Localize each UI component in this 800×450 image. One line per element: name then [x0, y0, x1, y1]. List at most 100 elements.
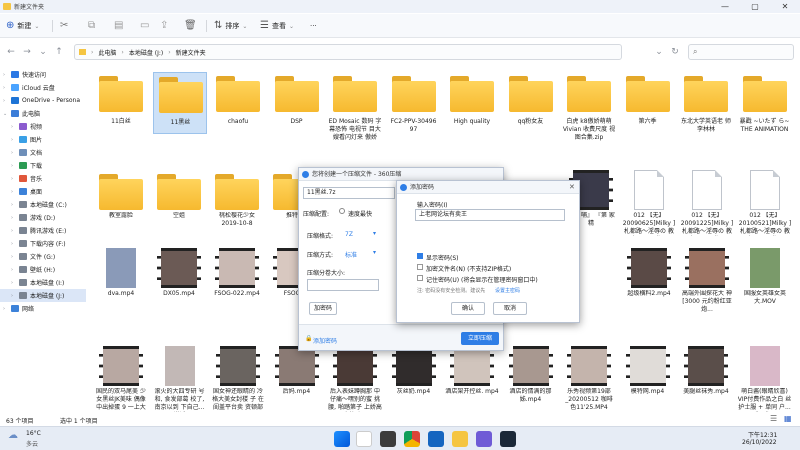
- sidebar-item[interactable]: › 音乐: [0, 172, 86, 185]
- chevron-icon[interactable]: ›: [11, 267, 16, 273]
- steam-taskbar-icon[interactable]: [500, 431, 516, 447]
- breadcrumb-item[interactable]: 新建文件夹: [176, 48, 206, 57]
- paste-button[interactable]: ▤: [114, 19, 123, 33]
- sidebar-item[interactable]: › 文件 (G:): [0, 250, 86, 263]
- close-button[interactable]: ✕: [770, 0, 800, 13]
- file-item[interactable]: 空姐: [152, 170, 206, 236]
- close-icon[interactable]: ✕: [569, 183, 575, 191]
- chevron-icon[interactable]: ›: [11, 189, 16, 195]
- file-item[interactable]: 模特网.mp4: [621, 346, 675, 412]
- sidebar-item[interactable]: › 腾讯游戏 (E:): [0, 224, 86, 237]
- file-item[interactable]: 灰丝奶.mp4: [387, 346, 441, 412]
- file-item[interactable]: 教室露脸: [94, 170, 148, 236]
- sidebar-item[interactable]: › 快速访问: [0, 68, 86, 81]
- dropdown-arrow-icon[interactable]: ▾: [373, 230, 376, 237]
- back-button[interactable]: ←: [4, 45, 18, 59]
- search-input[interactable]: ⌕: [688, 44, 794, 60]
- folder-item[interactable]: 东北大学英语老 师李林林: [679, 72, 733, 134]
- file-item[interactable]: dva.mp4: [94, 248, 148, 314]
- file-item[interactable]: 高端外围探花大 神[3000 元约粉红亚炮...: [680, 248, 734, 314]
- file-item[interactable]: 美腿丝袜秀.mp4: [679, 346, 733, 412]
- sidebar-item[interactable]: ⌄ 此电脑: [0, 107, 86, 120]
- details-view-icon[interactable]: ☰: [770, 414, 777, 423]
- chrome-taskbar-icon[interactable]: [404, 431, 420, 447]
- remember-password-checkbox[interactable]: [417, 275, 423, 281]
- word-taskbar-icon[interactable]: [428, 431, 444, 447]
- master-password-link[interactable]: 设置主密码: [495, 287, 520, 294]
- view-button[interactable]: ☰ 查看 ⌄: [260, 19, 294, 33]
- password-input[interactable]: 上老网论坛有卖王: [415, 209, 565, 221]
- chevron-icon[interactable]: ›: [11, 241, 16, 247]
- sidebar-item[interactable]: › 本地磁盘 (I:): [0, 276, 86, 289]
- sidebar-item[interactable]: › iCloud 云盘: [0, 81, 86, 94]
- file-item[interactable]: 国民的双马尾美 少女黑丝JK美味 偶像中出掉蛋 9 一上大黑K1V: [94, 346, 148, 412]
- explorer-taskbar-icon[interactable]: [452, 431, 468, 447]
- folder-item[interactable]: FC2-PPV-30496 97: [387, 72, 441, 134]
- sidebar-item[interactable]: › OneDrive - Persona: [0, 94, 86, 107]
- forward-button[interactable]: →: [20, 45, 34, 59]
- archive-name-input[interactable]: 11黑丝.7z: [303, 187, 395, 199]
- file-item[interactable]: 酒店的情满的那 姊.mp4: [504, 346, 558, 412]
- more-button[interactable]: ···: [310, 19, 317, 33]
- file-item[interactable]: FSOG-022.mp4: [210, 248, 264, 314]
- file-item[interactable]: 012 【无】 20091225]Milky ]札都路～淫辱の 教室～ #2 私…: [680, 170, 734, 236]
- sidebar-item[interactable]: › 图片: [0, 133, 86, 146]
- rename-button[interactable]: ▭: [140, 19, 149, 33]
- chevron-icon[interactable]: ›: [11, 124, 16, 130]
- sort-button[interactable]: ⇅ 排序 ⌄: [214, 19, 247, 33]
- file-item[interactable]: 后入表妹蹲胸那 中仔痛～嘿别的蜜 挑腰, 啪踏第子 上娇高喜的吐...: [328, 346, 382, 412]
- chevron-icon[interactable]: ›: [11, 254, 16, 260]
- encrypt-names-checkbox[interactable]: [417, 264, 423, 270]
- speed-radio[interactable]: [339, 208, 345, 214]
- confirm-button[interactable]: 确认: [451, 302, 485, 315]
- folder-item[interactable]: DSP: [270, 72, 324, 134]
- folder-item[interactable]: 白虎 k8傲娇萌萌 Vivian 收费尺度 视图合集.zip: [562, 72, 616, 141]
- dropdown-arrow-icon[interactable]: ▾: [373, 249, 376, 256]
- chevron-icon[interactable]: ›: [11, 176, 16, 182]
- app-taskbar-icon[interactable]: [476, 431, 492, 447]
- chevron-icon[interactable]: ›: [3, 98, 8, 104]
- split-size-select[interactable]: [307, 279, 379, 291]
- file-item[interactable]: 后妈.mp4: [270, 346, 324, 412]
- file-item[interactable]: 萌白酱(眼睛欣喜) VIP付费作品之白 丝护士服 + 单同 户...睡眠作品: [738, 346, 792, 412]
- folder-item[interactable]: 暴戳 ~いたず ら~ THE ANIMATION: [738, 72, 792, 134]
- up-button[interactable]: ↑: [52, 45, 66, 59]
- tiles-view-icon[interactable]: ▦: [784, 414, 792, 423]
- sidebar-item[interactable]: › 下载: [0, 159, 86, 172]
- cut-button[interactable]: ✂: [60, 19, 68, 33]
- chevron-icon[interactable]: ›: [11, 202, 16, 208]
- folder-item[interactable]: chaofu: [211, 72, 265, 134]
- add-password-button[interactable]: 加密码: [309, 302, 337, 315]
- file-item[interactable]: 国服女英雄女英 大.MOV: [738, 248, 792, 314]
- sidebar-item[interactable]: › 桌面: [0, 185, 86, 198]
- show-password-checkbox[interactable]: [417, 253, 423, 259]
- minimize-button[interactable]: —: [710, 0, 740, 13]
- address-bar[interactable]: › 此电脑 › 本地磁盘 (J:) › 新建文件夹: [74, 44, 622, 60]
- search-taskbar-button[interactable]: [356, 431, 372, 447]
- folder-item[interactable]: 第六季: [621, 72, 675, 134]
- chevron-icon[interactable]: ›: [11, 137, 16, 143]
- file-item[interactable]: 国女神还眼睛的 冷格大美女封楼 子 在闺盖平台卖 资顿部日开...: [211, 346, 265, 412]
- format-select[interactable]: 7Z: [345, 231, 353, 238]
- chevron-icon[interactable]: ›: [3, 72, 8, 78]
- chevron-icon[interactable]: ›: [11, 293, 16, 299]
- weather-icon[interactable]: ☁: [8, 430, 18, 441]
- share-button[interactable]: ⇪: [160, 19, 168, 33]
- chevron-icon[interactable]: ›: [11, 215, 16, 221]
- breadcrumb-item[interactable]: 此电脑: [98, 48, 116, 57]
- delete-button[interactable]: 🗑: [184, 19, 197, 33]
- cancel-button[interactable]: 取消: [493, 302, 527, 315]
- refresh-button[interactable]: ↻: [668, 45, 682, 59]
- recent-button[interactable]: ⌄: [36, 45, 50, 59]
- chevron-icon[interactable]: ›: [11, 280, 16, 286]
- address-dropdown-button[interactable]: ⌄: [652, 45, 666, 59]
- sidebar-item[interactable]: › 网络: [0, 302, 86, 315]
- sidebar-item[interactable]: › 视频: [0, 120, 86, 133]
- chevron-icon[interactable]: ›: [3, 85, 8, 91]
- file-item[interactable]: DX05.mp4: [152, 248, 206, 314]
- file-item[interactable]: 超级横料2.mp4: [622, 248, 676, 314]
- chevron-icon[interactable]: ›: [3, 306, 8, 312]
- file-item[interactable]: 滚火的大四专研 号和, 食发部葛 校了, 南京以到 下自己...讲话: [153, 346, 207, 412]
- folder-item[interactable]: ED Mosaic 数码 字幕恐怖 电视节 目大嫂看闪灯来 傲娇: [328, 72, 382, 141]
- folder-item[interactable]: 11白丝: [94, 72, 148, 134]
